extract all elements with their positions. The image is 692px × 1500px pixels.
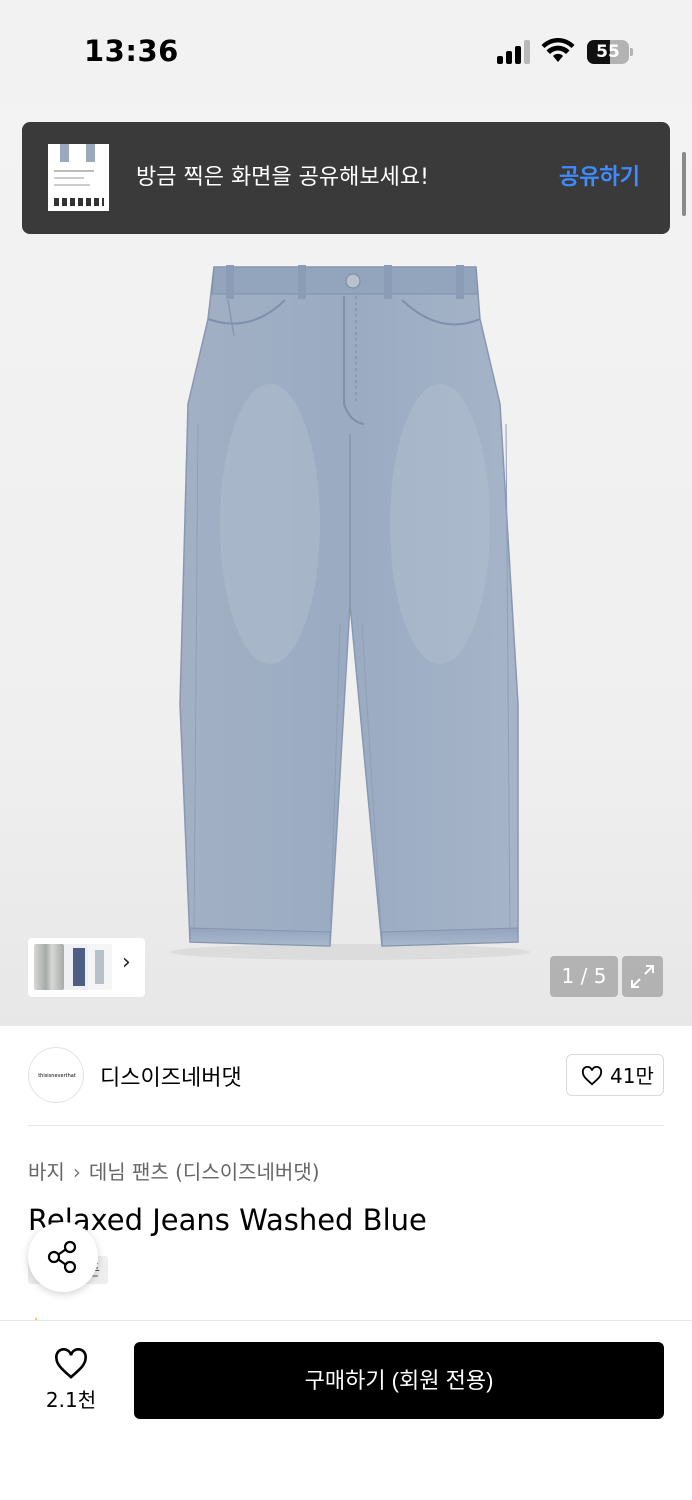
status-bar: 13:36 55 bbox=[0, 0, 692, 104]
product-image-gallery[interactable]: › 1 / 5 bbox=[0, 104, 692, 1026]
share-icon bbox=[47, 1240, 77, 1274]
thumbnail-strip[interactable]: › bbox=[28, 938, 145, 997]
wifi-icon bbox=[541, 38, 575, 62]
brand-logo[interactable]: thisisneverthat bbox=[28, 1047, 84, 1103]
share-screenshot-toast: 방금 찍은 화면을 공유해보세요! 공유하기 bbox=[22, 122, 670, 234]
heart-icon bbox=[581, 1066, 603, 1086]
screenshot-thumbnail[interactable] bbox=[48, 144, 109, 211]
brand-logo-text: thisisneverthat bbox=[38, 1073, 76, 1079]
scroll-indicator bbox=[682, 152, 686, 216]
wishlist-count: 2.1천 bbox=[45, 1388, 97, 1412]
brand-name[interactable]: 디스이즈네버댓 bbox=[100, 1060, 242, 1092]
expand-icon[interactable] bbox=[622, 956, 663, 997]
chevron-right-icon[interactable]: › bbox=[122, 950, 131, 975]
product-image bbox=[170, 265, 530, 960]
breadcrumb: 바지 › 데님 팬츠 (디스이즈네버댓) bbox=[28, 1156, 320, 1185]
breadcrumb-item[interactable]: 바지 bbox=[28, 1160, 65, 1184]
image-counter: 1 / 5 bbox=[550, 956, 618, 997]
share-action-button[interactable]: 공유하기 bbox=[559, 122, 640, 234]
thumbnail-grey-jeans[interactable] bbox=[34, 944, 64, 990]
chevron-right-icon: › bbox=[72, 1160, 81, 1184]
heart-icon bbox=[55, 1348, 87, 1379]
toast-message: 방금 찍은 화면을 공유해보세요! bbox=[136, 165, 429, 190]
breadcrumb-item[interactable]: 데님 팬츠 (디스이즈네버댓) bbox=[89, 1160, 320, 1184]
divider bbox=[28, 1125, 664, 1126]
thumbnail-light-jeans[interactable] bbox=[88, 944, 112, 990]
brand-like-count: 41만 bbox=[610, 1064, 654, 1088]
brand-like-button[interactable]: 41만 bbox=[566, 1054, 664, 1096]
status-time: 13:36 bbox=[84, 34, 179, 68]
wishlist-button[interactable]: 2.1천 bbox=[36, 1344, 106, 1414]
battery-icon: 55 bbox=[587, 40, 633, 64]
battery-percent: 55 bbox=[596, 42, 620, 62]
share-button[interactable] bbox=[28, 1222, 98, 1292]
cellular-signal-icon bbox=[497, 40, 531, 64]
buy-button[interactable]: 구매하기 (회원 전용) bbox=[134, 1342, 664, 1419]
